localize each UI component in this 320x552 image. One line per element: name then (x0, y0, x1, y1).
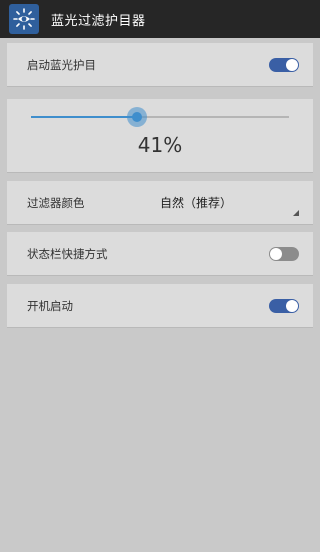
filter-color-selected: 自然（推荐） (159, 196, 232, 210)
start-on-boot-label: 开机启动 (27, 298, 73, 313)
start-on-boot-toggle[interactable] (269, 298, 299, 313)
dropdown-caret-icon (293, 210, 299, 216)
status-bar-shortcut-toggle[interactable] (269, 246, 299, 261)
start-on-boot-row[interactable]: 开机启动 (7, 284, 313, 328)
eye-sun-icon (9, 4, 39, 34)
filter-color-select[interactable]: 自然（推荐） (93, 181, 299, 224)
app-bar: 蓝光过滤护目器 (0, 0, 320, 38)
toggle-knob (286, 58, 298, 71)
toggle-knob (286, 299, 298, 312)
intensity-slider-thumb-core (131, 112, 142, 122)
status-bar-shortcut-label: 状态栏快捷方式 (27, 246, 108, 261)
filter-color-label: 过滤器颜色 (27, 195, 85, 210)
status-bar-shortcut-row[interactable]: 状态栏快捷方式 (7, 232, 313, 276)
intensity-value: 41% (137, 133, 183, 157)
enable-filter-row[interactable]: 启动蓝光护目 (7, 43, 313, 87)
intensity-card: 41% (7, 99, 313, 173)
filter-color-row: 过滤器颜色 自然（推荐） (7, 181, 313, 225)
app-title: 蓝光过滤护目器 (51, 13, 146, 29)
intensity-slider-fill (31, 116, 137, 118)
intensity-slider[interactable] (31, 107, 289, 127)
enable-filter-label: 启动蓝光护目 (27, 57, 96, 72)
toggle-knob (270, 247, 282, 260)
enable-filter-toggle[interactable] (269, 57, 299, 72)
intensity-slider-thumb[interactable] (126, 107, 147, 127)
